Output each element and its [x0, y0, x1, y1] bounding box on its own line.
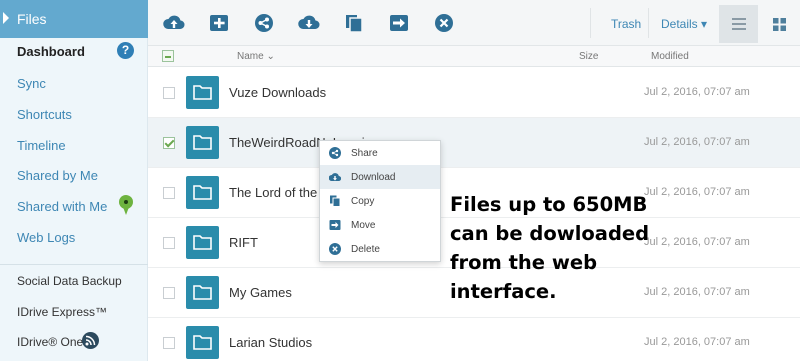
sidebar-item-label: Files: [17, 11, 47, 27]
folder-icon: [186, 326, 219, 359]
file-modified: Jul 2, 2016, 07:07 am: [644, 236, 750, 248]
context-menu-share[interactable]: Share: [320, 141, 440, 165]
file-modified: Jul 2, 2016, 07:07 am: [644, 336, 750, 348]
context-menu-move[interactable]: Move: [320, 213, 440, 237]
move-icon: [329, 220, 341, 230]
caret-right-icon: [3, 12, 9, 24]
folder-icon: [186, 126, 219, 159]
sidebar-item-social-data-backup[interactable]: Social Data Backup: [17, 274, 122, 288]
sidebar-item-shared-by-me[interactable]: Shared by Me: [17, 168, 98, 183]
context-menu: Share Download Copy Move Delete: [319, 140, 441, 262]
table-row[interactable]: Vuze Downloads Jul 2, 2016, 07:07 am: [148, 68, 800, 118]
file-name[interactable]: Vuze Downloads: [229, 85, 326, 100]
context-menu-download[interactable]: Download: [320, 165, 440, 189]
row-checkbox[interactable]: [163, 337, 175, 349]
folder-icon: [186, 76, 219, 109]
table-row[interactable]: TheWeirdRoadNoLoopir Jul 2, 2016, 07:07 …: [148, 118, 800, 168]
table-row[interactable]: Larian Studios Jul 2, 2016, 07:07 am: [148, 318, 800, 361]
download-icon: [298, 15, 320, 30]
row-checkbox[interactable]: [163, 237, 175, 249]
folder-icon: [186, 226, 219, 259]
file-name[interactable]: RIFT: [229, 235, 258, 250]
row-checkbox[interactable]: [163, 187, 175, 199]
context-menu-label: Download: [351, 172, 396, 183]
download-icon: [329, 173, 341, 182]
delete-icon: [329, 243, 341, 255]
copy-button[interactable]: [332, 3, 374, 43]
list-view-button[interactable]: [719, 5, 758, 43]
annotation-text: Files up to 650MB can be dowloaded from …: [450, 190, 650, 306]
file-modified: Jul 2, 2016, 07:07 am: [644, 286, 750, 298]
sidebar-item-dashboard[interactable]: Dashboard: [17, 44, 85, 59]
context-menu-delete[interactable]: Delete: [320, 237, 440, 261]
file-modified: Jul 2, 2016, 07:07 am: [644, 136, 750, 148]
row-checkbox[interactable]: [163, 137, 175, 149]
help-icon[interactable]: ?: [117, 42, 134, 59]
context-menu-label: Move: [351, 220, 376, 231]
sidebar-item-web-logs[interactable]: Web Logs: [17, 230, 75, 245]
file-name[interactable]: Larian Studios: [229, 335, 312, 350]
select-all-checkbox[interactable]: [162, 50, 174, 62]
list-view-icon: [732, 18, 746, 30]
share-button[interactable]: [242, 3, 284, 43]
location-pin-icon: [119, 195, 133, 215]
new-folder-icon: [210, 15, 228, 31]
new-folder-button[interactable]: [197, 3, 239, 43]
column-modified[interactable]: Modified: [651, 51, 689, 62]
folder-icon: [186, 176, 219, 209]
details-dropdown[interactable]: Details ▾: [661, 17, 707, 31]
sidebar-item-shortcuts[interactable]: Shortcuts: [17, 107, 72, 122]
sidebar-divider: [0, 264, 148, 265]
file-modified: Jul 2, 2016, 07:07 am: [644, 186, 750, 198]
sidebar-item-files[interactable]: Files: [0, 0, 148, 38]
sidebar-item-shared-with-me[interactable]: Shared with Me: [17, 199, 107, 214]
download-button[interactable]: [287, 3, 329, 43]
annotation-line: from the web: [450, 251, 598, 274]
sidebar-item-idrive-express[interactable]: IDrive Express™: [17, 305, 107, 319]
annotation-line: Files up to 650MB: [450, 193, 648, 216]
copy-icon: [330, 195, 341, 207]
sidebar-item-sync[interactable]: Sync: [17, 76, 46, 91]
file-modified: Jul 2, 2016, 07:07 am: [644, 86, 750, 98]
grid-view-button[interactable]: [760, 5, 799, 43]
context-menu-label: Copy: [351, 196, 375, 207]
folder-icon: [186, 276, 219, 309]
context-menu-label: Delete: [351, 244, 380, 255]
sidebar-item-timeline[interactable]: Timeline: [17, 138, 66, 153]
file-name[interactable]: The Lord of the: [229, 185, 317, 200]
grid-view-icon: [773, 18, 786, 31]
delete-icon: [435, 14, 453, 32]
upload-icon: [163, 15, 185, 30]
toolbar-separator: [590, 8, 591, 38]
toolbar-separator: [648, 8, 649, 38]
sidebar: Files Dashboard ? Sync Shortcuts Timelin…: [0, 0, 148, 361]
delete-button[interactable]: [422, 3, 464, 43]
row-checkbox[interactable]: [163, 287, 175, 299]
rss-icon: [82, 332, 99, 349]
column-header: Name ⌄ Size Modified: [148, 46, 800, 67]
column-name[interactable]: Name ⌄: [237, 51, 275, 62]
trash-link[interactable]: Trash: [611, 17, 641, 31]
move-button[interactable]: [377, 3, 419, 43]
context-menu-label: Share: [351, 148, 378, 159]
sidebar-item-idrive-one[interactable]: IDrive® One: [17, 335, 83, 349]
column-size[interactable]: Size: [579, 51, 598, 62]
annotation-line: interface.: [450, 280, 557, 303]
upload-button[interactable]: [152, 3, 194, 43]
share-icon: [255, 14, 273, 32]
toolbar: Trash Details ▾: [148, 0, 800, 46]
copy-icon: [346, 15, 363, 33]
context-menu-copy[interactable]: Copy: [320, 189, 440, 213]
row-checkbox[interactable]: [163, 87, 175, 99]
share-icon: [329, 147, 341, 159]
file-name[interactable]: My Games: [229, 285, 292, 300]
move-icon: [390, 15, 408, 31]
annotation-line: can be dowloaded: [450, 222, 650, 245]
